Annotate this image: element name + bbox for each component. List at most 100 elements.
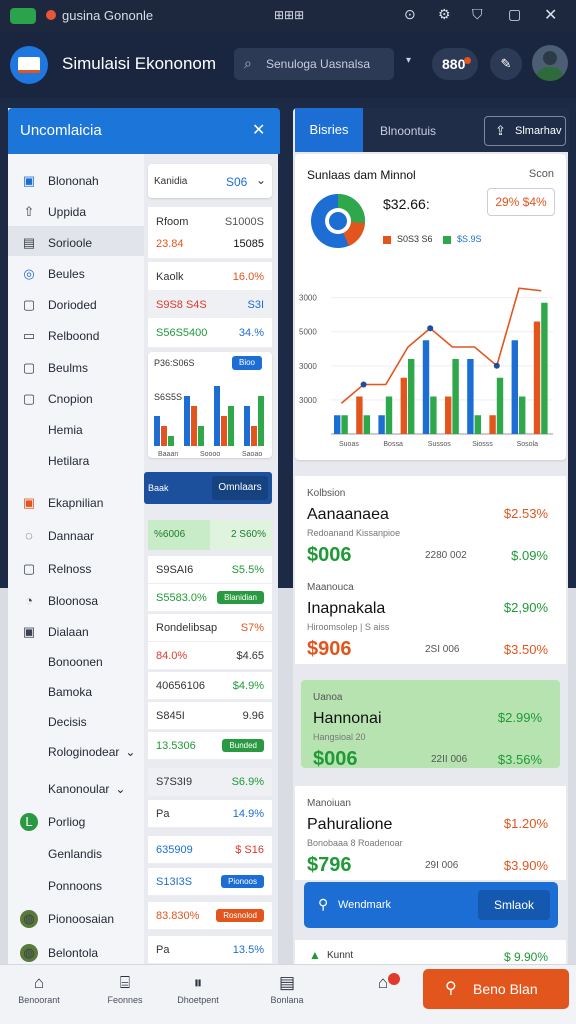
list-row-label: S5583.0% [156,591,207,604]
notification-badge[interactable]: 880 [432,48,478,80]
bar-series-1 [422,340,430,434]
nav-item-icon [20,780,38,798]
security-change-2: $3.56% [497,752,542,767]
drawer-item-18[interactable]: Rologinodear ⌄ [8,736,144,767]
share-button[interactable]: ⇪ Slmarhav [484,116,566,146]
list-row-badge[interactable]: Bunded [222,739,264,752]
avatar[interactable] [532,45,568,81]
legend-label-2: $S.9S [457,234,482,244]
drawer-item-label: Hemia [48,422,83,437]
cta-button[interactable]: ⚲ Beno Blan [423,969,569,1009]
edit-icon[interactable]: ✎ [490,48,522,80]
nav-item-icon [20,845,38,863]
close-icon[interactable]: ✕ [252,120,265,140]
drawer-item-23[interactable]: ◍ Pionoosaian [8,903,144,934]
list-row-badge[interactable]: Pionoos [221,875,264,888]
middle-row[interactable]: S9S8 S4S S3I [148,290,272,320]
list-row[interactable]: 40656106 $4.9% [148,672,272,700]
search-input[interactable]: ⌕ Senuloga Uasnalsa [234,48,394,80]
camera-icon[interactable]: ⊙ [404,6,416,23]
drawer-item-6[interactable]: ▢ Beulms [8,352,144,383]
drawer-item-19[interactable]: Kanonoular ⌄ [8,773,144,804]
bar-series-1 [533,321,541,434]
drawer-item-5[interactable]: ▭ Relboond [8,320,144,351]
drawer-item-8[interactable]: Hemia [8,414,144,445]
nav-item-icon [20,421,38,439]
middle-row[interactable]: S56S5400 34.% [148,318,272,348]
drawer-item-11[interactable]: ◌ Dannaar [8,520,144,551]
drawer-item-4[interactable]: ▢ Dorioded [8,289,144,320]
drawer-item-3[interactable]: ◎ Beules [8,258,144,289]
bar-series-1 [511,340,518,434]
drawer-item-14[interactable]: ▣ Dialaan [8,616,144,647]
action-button[interactable]: Smlaok [478,890,550,920]
list-row-badge[interactable]: Blanidian [217,591,264,604]
bottom-nav-feonnes[interactable]: ⌸ Feonnes [90,973,160,1005]
bar-series-1 [334,415,341,434]
drawer-item-15[interactable]: Bonoonen [8,646,144,677]
window-icon[interactable]: ▢ [508,6,521,23]
drawer-item-20[interactable]: L Porliog [8,806,144,837]
action-bar[interactable]: ⚲ Wendmark Smlaok [304,882,558,928]
list-row-value: S5.5% [231,563,264,576]
security-change-2: $3.50% [503,642,548,657]
list-row[interactable]: S5583.0% Blanidian [148,584,272,612]
close-icon[interactable]: ✕ [544,5,557,25]
drawer-item-12[interactable]: ▢ Relnoss [8,553,144,584]
list-row[interactable]: 84.0% $4.65 [148,642,272,670]
tab-bisries[interactable]: Bisries [295,108,363,152]
list-row[interactable]: S13I3S Pionoos [148,868,272,896]
drawer-item-22[interactable]: Ponnoons [8,870,144,901]
bottom-nav-dhoetpent[interactable]: ⏸ Dhoetpent [163,973,233,1005]
drawer-item-10[interactable]: ▣ Ekapnilian [8,487,144,518]
drawer-item-9[interactable]: Hetilara [8,445,144,476]
logo-icon[interactable] [10,46,48,84]
drawer-item-1[interactable]: ⇧ Uppida [8,196,144,227]
list-row-label: 635909 [156,843,193,856]
security-card[interactable]: Manoiuan Pahuralione Bonobaaa 8 Roadenoar $… [295,786,566,880]
list-row[interactable]: 13.5306 Bunded [148,732,272,760]
drawer-item-21[interactable]: Genlandis [8,838,144,869]
bottom-nav-bonlana[interactable]: ▤ Bonlana [252,973,322,1005]
list-row-badge[interactable]: Rosnolod [216,909,264,922]
middle-row[interactable]: Kaolk 16.0% [148,262,272,292]
drawer-item-13[interactable]: ◔ Bloonosa [8,585,144,616]
shield-icon[interactable]: ⛉ [472,6,483,23]
bottom-nav-alerts[interactable]: ⌂ [348,973,418,995]
banner-button[interactable]: Omnlaars [212,476,268,500]
kanidia-select[interactable]: Kanidia S06 ⌄ [148,164,272,198]
drawer-item-7[interactable]: ▢ Cnopion [8,383,144,414]
list-row[interactable]: Pa 13.5% [148,936,272,964]
status-bar: gusina Gononle ⊞⊞⊞ ⊙ ⚙ ⛉ ▢ ✕ [0,0,576,32]
drawer-item-17[interactable]: Decisis [8,706,144,737]
partial-row: ▲ Kunnt $ 9.90% [295,940,566,964]
list-row[interactable]: S9SAI6 S5.5% [148,556,272,584]
security-detail: Bonobaaa 8 Roadenoar [307,838,403,848]
security-mid: 2SI 006 [425,644,460,655]
status-center: ⊞⊞⊞ [274,8,305,22]
list-row[interactable]: Rondelibsap S7% [148,614,272,642]
list-row[interactable]: S845I 9.96 [148,702,272,730]
drawer-item-label: Bonoonen [48,654,103,669]
security-card[interactable]: Uanoa Hannonai Hangsioal 20 $006 22II 006 $2.… [301,680,560,770]
security-card[interactable]: Maanouca Inapnakala Hiroomsolep | S aiss $9… [295,570,566,664]
list-row[interactable]: 635909 $ S16 [148,836,272,864]
list-row[interactable]: Pa 14.9% [148,800,272,828]
drawer-item-0[interactable]: ▣ Blononah [8,165,144,196]
drawer-item-16[interactable]: Bamoka [8,676,144,707]
tab-blnoontuis[interactable]: Blnoontuis [380,124,436,138]
nav-item-icon [20,452,38,470]
gear-icon[interactable]: ⚙ [438,6,451,23]
list-row[interactable]: 83.830% Rosnolod [148,902,272,930]
bar-series-2 [541,302,548,434]
security-card[interactable]: Kolbsion Aanaanaea Redoanand Kissanpioe $00… [295,476,566,570]
bottom-nav-home[interactable]: ⌂ Benoorant [4,973,74,1005]
drawer-item-2[interactable]: ▤ Sorioole [8,227,144,258]
middle-row[interactable]: 23.84 15085 [148,229,272,259]
list-row-label: S7S3I9 [156,775,193,788]
chevron-down-icon[interactable]: ▾ [406,55,411,66]
chart-subtitle: Scon [528,168,554,180]
bar-series-2 [519,396,526,434]
list-row[interactable]: S7S3I9 S6.9% [148,768,272,796]
mini-bar [184,396,190,446]
